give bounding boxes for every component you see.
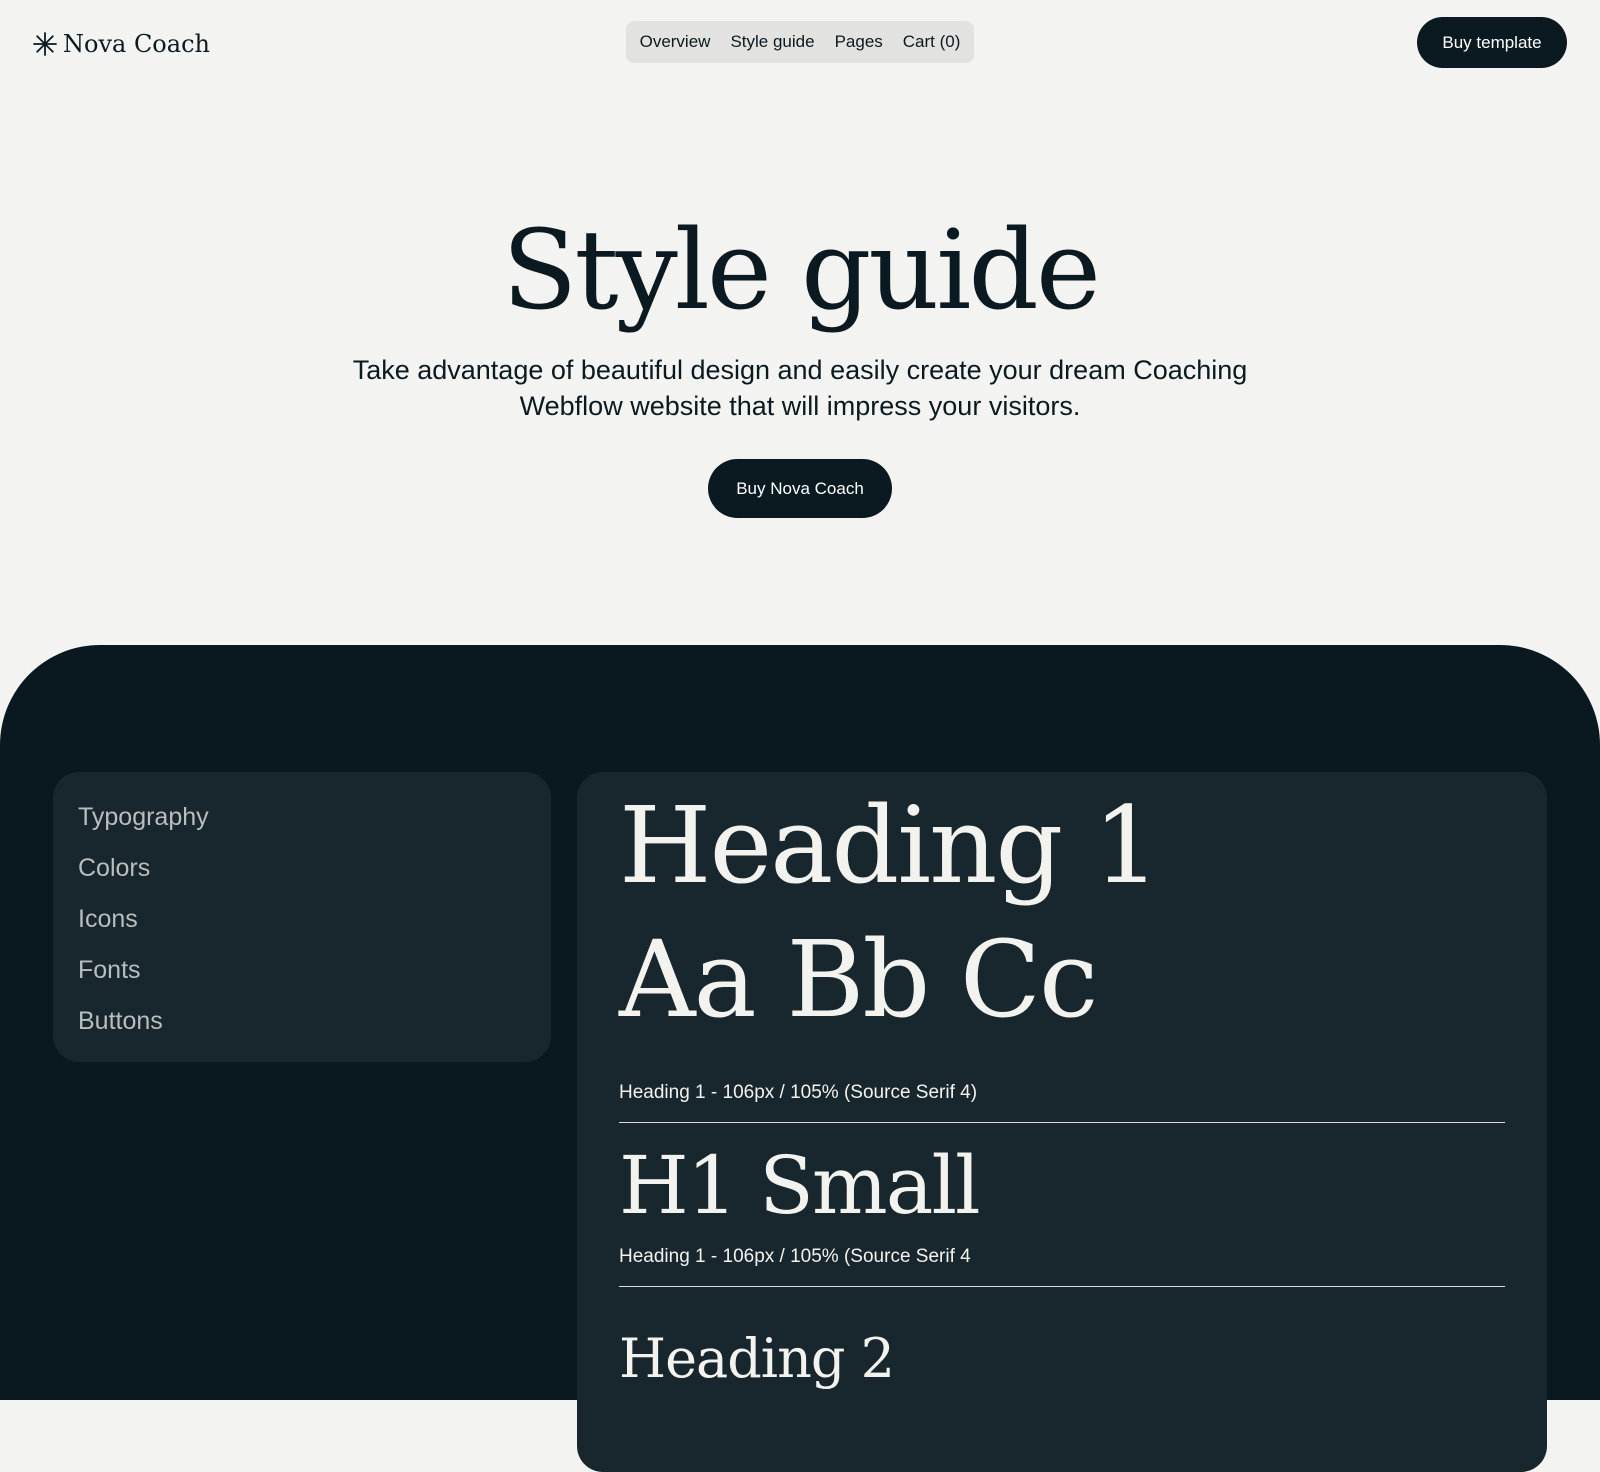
heading-2-sample: Heading 2: [619, 1327, 895, 1390]
sidebar-item-colors[interactable]: Colors: [78, 843, 551, 894]
heading-1-caption: Heading 1 - 106px / 105% (Source Serif 4…: [619, 1082, 978, 1103]
logo-text: Nova Coach: [63, 30, 210, 58]
typography-panel: Heading 1 Aa Bb Cc Heading 1 - 106px / 1…: [577, 772, 1547, 1472]
h1-small-caption: Heading 1 - 106px / 105% (Source Serif 4: [619, 1246, 971, 1267]
main-nav: Overview Style guide Pages Cart (0): [626, 21, 974, 63]
buy-nova-coach-button[interactable]: Buy Nova Coach: [708, 459, 892, 518]
nav-style-guide[interactable]: Style guide: [730, 32, 814, 52]
sidebar-item-buttons[interactable]: Buttons: [78, 996, 551, 1047]
logo[interactable]: Nova Coach: [33, 28, 210, 60]
sidebar-item-typography[interactable]: Typography: [78, 792, 551, 843]
buy-template-button[interactable]: Buy template: [1417, 17, 1567, 68]
sidebar-item-icons[interactable]: Icons: [78, 894, 551, 945]
nav-pages[interactable]: Pages: [835, 32, 883, 52]
style-guide-sidebar: Typography Colors Icons Fonts Buttons: [53, 772, 551, 1062]
hero-subtitle: Take advantage of beautiful design and e…: [352, 355, 1248, 421]
h1-small-sample: H1 Small: [619, 1139, 981, 1232]
asterisk-icon: [33, 32, 57, 56]
page-title: Style guide: [502, 206, 1101, 334]
nav-overview[interactable]: Overview: [640, 32, 711, 52]
heading-1-letters-sample: Aa Bb Cc: [619, 918, 1098, 1041]
divider: [619, 1286, 1505, 1287]
sidebar-item-fonts[interactable]: Fonts: [78, 945, 551, 996]
nav-cart[interactable]: Cart (0): [903, 32, 961, 52]
heading-1-sample: Heading 1: [619, 784, 1160, 907]
divider: [619, 1122, 1505, 1123]
